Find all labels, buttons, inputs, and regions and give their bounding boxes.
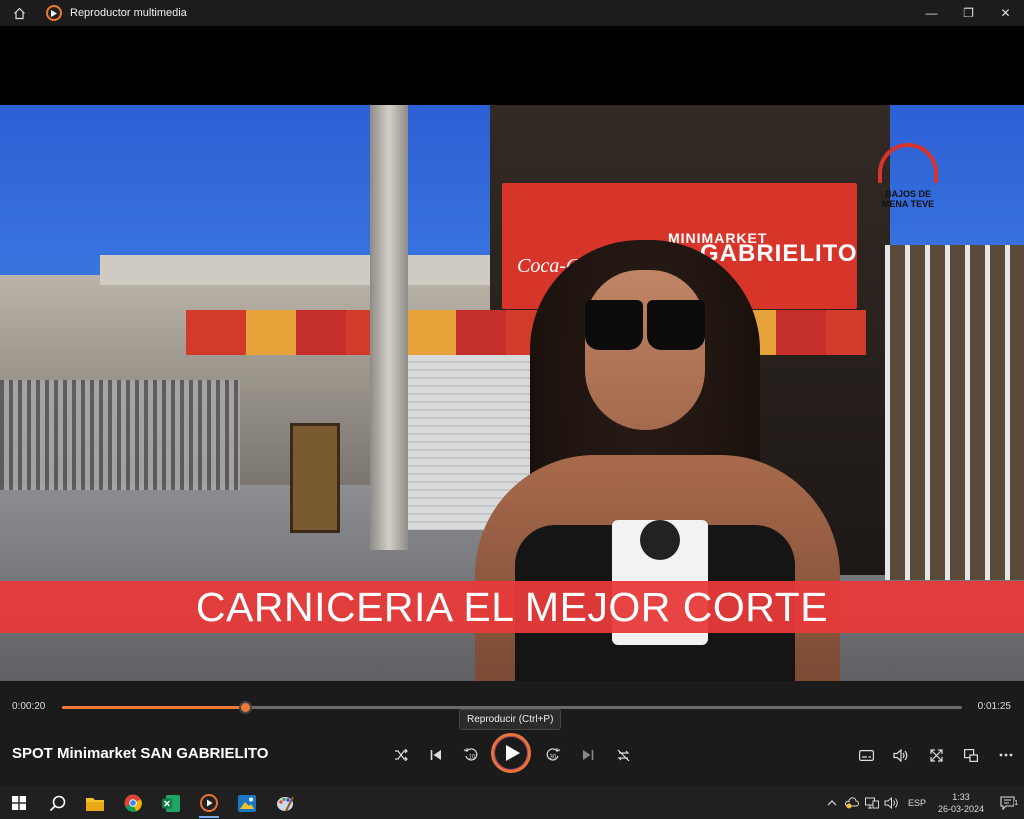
notifications-button[interactable]: 1	[990, 796, 1024, 810]
excel-icon	[162, 794, 180, 812]
miniplayer-icon	[964, 748, 978, 762]
video-sign-line2: GABRIELITO	[700, 240, 858, 267]
play-icon	[505, 745, 520, 761]
notification-icon	[999, 796, 1015, 810]
title-bar: Reproductor multimedia — ❐ ✕	[0, 0, 1024, 26]
forward-30-button[interactable]: 30	[539, 741, 567, 769]
taskbar-media-player[interactable]	[190, 787, 228, 819]
taskbar-excel[interactable]	[152, 787, 190, 819]
file-explorer-icon	[86, 797, 104, 811]
repeat-icon	[617, 749, 629, 761]
rewind-10-button[interactable]: 10	[457, 741, 485, 769]
video-person-face	[585, 270, 705, 430]
taskbar-paint[interactable]	[266, 787, 304, 819]
total-time: 0:01:25	[977, 701, 1011, 712]
video-banner-strip	[186, 310, 866, 355]
windows-start-icon	[12, 796, 26, 810]
taskbar-file-explorer[interactable]	[76, 787, 114, 819]
maximize-button[interactable]: ❐	[950, 0, 987, 26]
seek-thumb[interactable]	[238, 701, 252, 714]
video-microphone-head	[640, 520, 680, 560]
volume-button[interactable]	[887, 741, 915, 769]
shuffle-button[interactable]	[387, 741, 415, 769]
chrome-icon	[124, 794, 142, 812]
rewind-10-icon: 10	[463, 748, 478, 761]
volume-icon	[893, 748, 908, 762]
more-options-button[interactable]	[992, 741, 1020, 769]
next-icon	[583, 750, 594, 760]
svg-text:30: 30	[550, 755, 557, 761]
onedrive-warning-icon	[845, 797, 859, 809]
taskbar-chrome[interactable]	[114, 787, 152, 819]
seek-progress	[62, 706, 245, 709]
chevron-up-icon	[827, 800, 837, 806]
search-icon	[49, 795, 65, 811]
miniplayer-button[interactable]	[957, 741, 985, 769]
clock[interactable]: 1:33 26-03-2024	[932, 791, 990, 815]
media-player-icon	[200, 794, 218, 812]
search-button[interactable]	[38, 787, 76, 819]
start-button[interactable]	[0, 787, 38, 819]
speaker-icon	[884, 797, 899, 809]
system-tray: ESP 1:33 26-03-2024 1	[822, 787, 1024, 819]
subtitles-icon	[858, 749, 874, 761]
previous-icon	[430, 750, 441, 760]
onedrive-status-button[interactable]	[842, 797, 862, 809]
video-right-fence	[885, 245, 1024, 580]
play-tooltip: Reproducir (Ctrl+P)	[459, 709, 562, 730]
close-button[interactable]: ✕	[987, 0, 1024, 26]
taskbar-photos[interactable]	[228, 787, 266, 819]
home-icon	[13, 7, 25, 19]
video-roof	[100, 255, 500, 285]
window-title: Reproductor multimedia	[70, 7, 187, 19]
shuffle-icon	[395, 749, 408, 761]
network-button[interactable]	[862, 797, 882, 809]
language-indicator[interactable]: ESP	[908, 798, 926, 808]
svg-text:10: 10	[469, 755, 476, 761]
video-caption-banner: CARNICERIA EL MEJOR CORTE	[0, 581, 1024, 633]
video-sunglasses	[585, 300, 705, 350]
more-icon	[999, 753, 1013, 757]
forward-30-icon: 30	[546, 748, 561, 761]
repeat-button[interactable]	[609, 741, 637, 769]
media-player-app-icon	[46, 5, 62, 21]
player-controls: 0:00:20 0:01:25 Reproducir (Ctrl+P) SPOT…	[0, 681, 1024, 787]
subtitles-button[interactable]	[852, 741, 880, 769]
clock-date: 26-03-2024	[937, 804, 985, 814]
volume-tray-button[interactable]	[882, 797, 902, 809]
paint-icon	[277, 796, 294, 812]
show-hidden-icons-button[interactable]	[822, 800, 842, 806]
taskbar: ESP 1:33 26-03-2024 1	[0, 787, 1024, 819]
video-frame[interactable]: Coca-Cola MINIMARKET GABRIELITO BAJOS DE…	[0, 105, 1024, 681]
current-time: 0:00:20	[12, 701, 46, 712]
notification-count-badge: 1	[1014, 800, 1018, 807]
clock-time: 1:33	[952, 792, 970, 802]
previous-button[interactable]	[422, 741, 450, 769]
video-sidewalk-sign	[290, 423, 340, 533]
play-button[interactable]	[491, 733, 531, 773]
fullscreen-icon	[929, 748, 943, 762]
photos-icon	[238, 794, 256, 812]
channel-logo: BAJOS DE MENA TEVE	[872, 143, 944, 223]
minimize-button[interactable]: —	[913, 0, 950, 26]
next-button[interactable]	[574, 741, 602, 769]
video-utility-pole	[370, 105, 408, 550]
network-icon	[864, 797, 879, 809]
fullscreen-button[interactable]	[922, 741, 950, 769]
video-fence	[0, 380, 240, 490]
media-title: SPOT Minimarket SAN GABRIELITO	[12, 745, 269, 762]
home-button[interactable]	[0, 0, 38, 26]
signal-arcs-icon	[878, 143, 938, 183]
video-caption-text: CARNICERIA EL MEJOR CORTE	[195, 583, 829, 630]
